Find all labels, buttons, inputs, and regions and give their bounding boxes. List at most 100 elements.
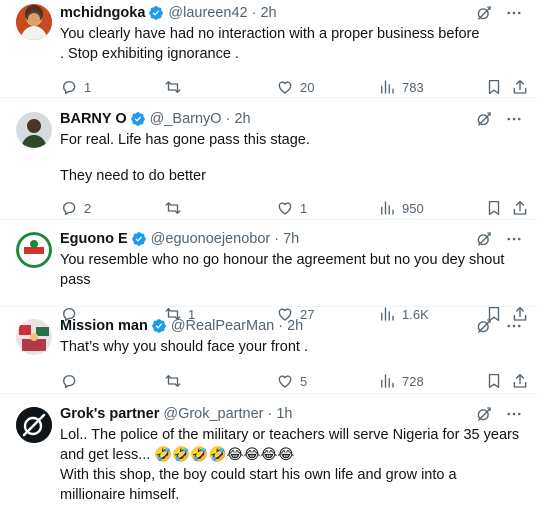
tweet[interactable]: Eguono E @eguonoejenobor · 7h You resemb… [0, 220, 537, 322]
more-icon[interactable] [505, 110, 523, 128]
timestamp[interactable]: 2h [287, 318, 303, 334]
grok-icon[interactable] [475, 110, 493, 128]
handle[interactable]: @Grok_partner [163, 406, 263, 422]
like-button[interactable]: 1 [276, 199, 307, 217]
separator: · [274, 231, 280, 247]
avatar[interactable] [16, 319, 52, 355]
timestamp[interactable]: 2h [234, 111, 250, 127]
tweet-line: Lol.. The police of the military or teac… [60, 427, 524, 463]
display-name[interactable]: Grok's partner [60, 406, 159, 422]
more-icon[interactable] [505, 230, 523, 248]
display-name[interactable]: Eguono E [60, 231, 128, 247]
tweet[interactable]: BARNY O @_BarnyO · 2h For real. Life has… [0, 98, 537, 220]
display-name[interactable]: mchidngoka [60, 5, 145, 21]
tweet-line: You resemble who no go honour the agreem… [60, 252, 509, 288]
tweet-line: That’s why you should face your front . [60, 339, 308, 355]
tweet-line: For real. Life has gone pass this stage. [60, 132, 310, 148]
share-button[interactable] [511, 372, 529, 390]
tweet-top-actions [475, 110, 523, 128]
reply-button[interactable]: 2 [60, 199, 91, 217]
display-name[interactable]: BARNY O [60, 111, 127, 127]
tweet-top-actions [475, 230, 523, 248]
like-icon [276, 78, 294, 96]
verified-badge-icon [151, 318, 167, 334]
avatar[interactable] [16, 407, 52, 443]
handle[interactable]: @eguonoejenobor [151, 231, 271, 247]
timestamp[interactable]: 2h [260, 5, 276, 21]
reply-icon [60, 78, 78, 96]
bookmark-icon [485, 199, 503, 217]
tweet-text: Lol.. The police of the military or teac… [60, 425, 525, 505]
retweet-icon [164, 372, 182, 390]
views-button[interactable]: 783 [378, 78, 424, 96]
views-icon [378, 372, 396, 390]
views-icon [378, 78, 396, 96]
views-icon [378, 199, 396, 217]
share-icon [511, 78, 529, 96]
grok-icon[interactable] [475, 230, 493, 248]
like-button[interactable]: 20 [276, 78, 314, 96]
reply-count: 1 [84, 79, 92, 95]
action-bar: 1 20 783 [60, 77, 525, 97]
grok-icon[interactable] [475, 317, 493, 335]
retweet-icon [164, 78, 182, 96]
handle[interactable]: @_BarnyO [150, 111, 222, 127]
tweet-text: You resemble who no go honour the agreem… [60, 250, 525, 290]
bookmark-button[interactable] [485, 78, 503, 96]
reply-button[interactable] [60, 372, 84, 390]
share-icon [511, 199, 529, 217]
bookmark-button[interactable] [485, 199, 503, 217]
retweet-button[interactable] [164, 372, 188, 390]
separator: · [278, 318, 284, 334]
share-button[interactable] [511, 78, 529, 96]
views-count: 783 [402, 79, 424, 95]
tweet-top-actions [475, 317, 523, 335]
more-icon[interactable] [505, 405, 523, 423]
views-button[interactable]: 728 [378, 372, 424, 390]
share-icon [511, 372, 529, 390]
avatar[interactable] [16, 232, 52, 268]
tweet-text: For real. Life has gone pass this stage.… [60, 130, 525, 186]
avatar[interactable] [16, 4, 52, 40]
separator: · [267, 406, 273, 422]
handle[interactable]: @RealPearMan [171, 318, 274, 334]
tweet-header: mchidngoka @laureen42 · 2h [60, 2, 525, 24]
tweet[interactable]: Mission man @RealPearMan · 2h That’s why… [0, 307, 537, 394]
share-button[interactable] [511, 199, 529, 217]
reply-count: 2 [84, 200, 92, 216]
handle[interactable]: @laureen42 [168, 5, 247, 21]
separator: · [251, 5, 257, 21]
views-count: 950 [402, 200, 424, 216]
reply-icon [60, 372, 78, 390]
reply-icon [60, 199, 78, 217]
views-count: 728 [402, 373, 424, 389]
tweet-text: That’s why you should face your front . [60, 337, 525, 357]
retweet-button[interactable] [164, 78, 188, 96]
like-count: 5 [300, 373, 308, 389]
like-icon [276, 372, 294, 390]
tweet-line: They need to do better [60, 168, 206, 184]
timestamp[interactable]: 1h [276, 406, 292, 422]
views-button[interactable]: 950 [378, 199, 424, 217]
tweet-text: You clearly have had no interaction with… [60, 24, 525, 64]
verified-badge-icon [148, 5, 164, 21]
like-count: 1 [300, 200, 308, 216]
tweet-line: You clearly have had no interaction with… [60, 26, 484, 62]
tweet-line [60, 150, 525, 166]
tweet[interactable]: mchidngoka @laureen42 · 2h You clearly h… [0, 0, 537, 98]
tweet[interactable]: Grok's partner @Grok_partner · 1h Lol.. … [0, 394, 537, 518]
more-icon[interactable] [505, 4, 523, 22]
timestamp[interactable]: 7h [283, 231, 299, 247]
tweet-header: Grok's partner @Grok_partner · 1h [60, 403, 525, 425]
like-button[interactable]: 5 [276, 372, 307, 390]
reply-button[interactable]: 1 [60, 78, 91, 96]
grok-icon[interactable] [475, 4, 493, 22]
verified-badge-icon [131, 231, 147, 247]
bookmark-icon [485, 78, 503, 96]
retweet-button[interactable] [164, 199, 188, 217]
display-name[interactable]: Mission man [60, 318, 148, 334]
grok-icon[interactable] [475, 405, 493, 423]
bookmark-button[interactable] [485, 372, 503, 390]
avatar[interactable] [16, 112, 52, 148]
more-icon[interactable] [505, 317, 523, 335]
